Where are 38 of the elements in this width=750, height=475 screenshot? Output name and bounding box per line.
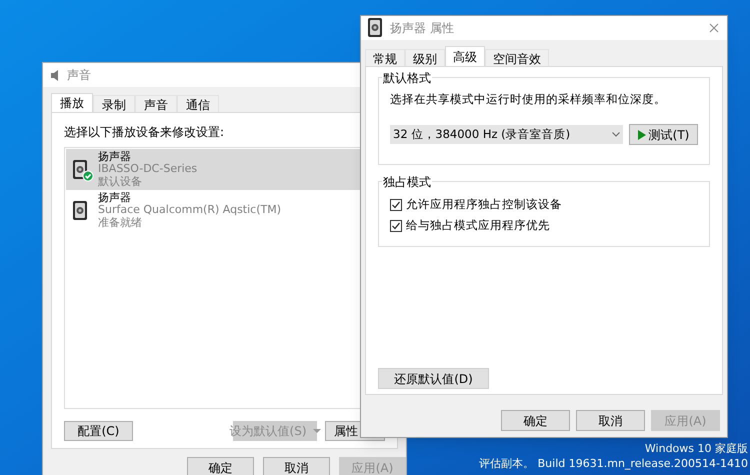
checkbox-label: 允许应用程序独占控制该设备 [406,196,562,213]
tab[interactable]: 声音 [135,95,177,112]
window-title: 声音 [67,67,91,84]
play-icon [638,130,646,140]
tab[interactable]: 空间音效 [485,49,549,66]
tab[interactable]: 播放 [51,93,93,112]
format-dropdown[interactable]: 32 位，384000 Hz (录音室音质) [390,125,623,144]
device-description: Surface Qualcomm(R) Aqstic(TM) [98,204,282,217]
device-description: IBASSO-DC-Series [98,163,198,176]
window-title: 扬声器 属性 [390,20,454,37]
device-status: 准备就绪 [98,216,143,230]
tab[interactable]: 常规 [365,49,405,66]
chevron-down-icon [612,132,620,138]
dialog-button[interactable]: 确定 [187,457,254,475]
dialog-button[interactable]: 取消 [576,410,645,431]
tab[interactable]: 通信 [177,95,219,112]
device-name: 扬声器 [98,150,132,164]
checkbox[interactable] [390,198,402,210]
tab[interactable]: 高级 [445,46,485,66]
device-name: 扬声器 [98,192,132,204]
restore-defaults-button[interactable]: 还原默认值(D) [378,368,489,389]
caret-icon [312,429,320,433]
group-heading: 默认格式 [382,69,432,87]
device-status: 默认设备 [98,176,143,188]
dialog-button[interactable]: 取消 [263,457,330,475]
description-text: 选择在共享模式中运行时使用的采样频率和位深度。 [390,91,667,108]
tab[interactable]: 级别 [405,49,445,66]
close-icon[interactable] [709,23,719,33]
checkbox[interactable] [390,220,402,232]
desktop-edition-text: 评估副本。 Build 19631.mn_release.200514-1410 [479,456,748,471]
tab[interactable]: 录制 [93,95,135,112]
test-button[interactable]: 测试(T) [629,124,698,146]
instruction-text: 选择以下播放设备来修改设置: [64,124,226,141]
dialog-button[interactable]: 配置(C) [64,421,133,441]
group-heading: 独占模式 [382,173,432,191]
checkbox-label: 给与独占模式应用程序优先 [406,216,550,234]
desktop-edition-text: Windows 10 家庭版 [644,441,748,456]
dialog-button[interactable]: 确定 [501,410,570,431]
